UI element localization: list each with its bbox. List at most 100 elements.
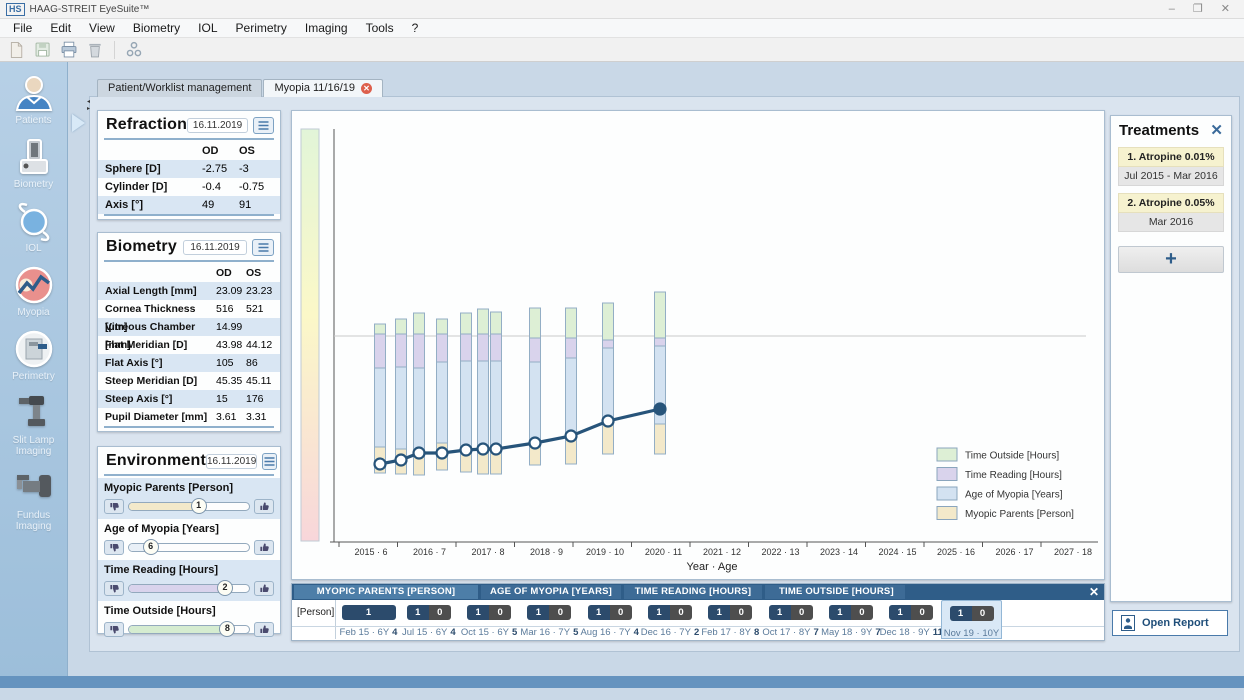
refraction-menu-button[interactable] — [253, 117, 274, 134]
delete-icon[interactable] — [84, 40, 106, 60]
visit-column[interactable]: 10Jul 15 · 6Y4 — [398, 600, 459, 639]
tab-patient-worklist-management[interactable]: Patient/Worklist management — [97, 79, 262, 97]
treatment-item-1[interactable]: 1. Atropine 0.01%Jul 2015 - Mar 2016 — [1118, 147, 1224, 186]
slider-handle[interactable]: 6 — [143, 539, 159, 555]
increase-button[interactable] — [254, 581, 274, 596]
sidebar-item-patients[interactable]: Patients — [0, 72, 67, 126]
visit-bar[interactable] — [655, 292, 666, 454]
refraction-date-field[interactable]: 16.11.2019 — [187, 118, 248, 133]
visit-toggle[interactable]: 10 — [889, 605, 933, 620]
toggle-off[interactable]: 0 — [429, 605, 451, 620]
toggle-off[interactable]: 0 — [489, 605, 511, 620]
data-point[interactable] — [603, 416, 614, 427]
visit-toggle[interactable]: 10 — [407, 605, 451, 620]
menu-[interactable]: ? — [403, 19, 428, 38]
data-point[interactable] — [461, 445, 472, 456]
visit-column[interactable]: 10Nov 19 · 10Y — [941, 600, 1002, 639]
toggle-off[interactable]: 0 — [972, 606, 994, 621]
decrease-button[interactable] — [104, 622, 124, 637]
slider-handle[interactable]: 8 — [219, 621, 235, 637]
toggle-on[interactable]: 1 — [950, 606, 972, 621]
add-treatment-button[interactable]: + — [1118, 246, 1224, 273]
menu-perimetry[interactable]: Perimetry — [227, 19, 296, 38]
visit-toggle[interactable]: 10 — [527, 605, 571, 620]
visit-bar[interactable] — [396, 319, 407, 474]
tab-myopia-11-16-19[interactable]: Myopia 11/16/19✕ — [263, 79, 383, 97]
increase-button[interactable] — [254, 540, 274, 555]
treatment-item-2[interactable]: 2. Atropine 0.05%Mar 2016 — [1118, 193, 1224, 232]
toggle-on[interactable]: 1 — [648, 605, 670, 620]
environment-date-field[interactable]: 16.11.2019 — [206, 454, 257, 469]
data-point[interactable] — [375, 459, 386, 470]
panel-collapse-handle[interactable]: ◂▸ — [87, 99, 90, 113]
visit-column[interactable]: 10Feb 17 · 8Y8 — [700, 600, 761, 639]
toggle-off[interactable]: 0 — [791, 605, 813, 620]
visit-bar[interactable] — [375, 324, 386, 473]
toggle-on[interactable]: 1 — [407, 605, 429, 620]
slider-track[interactable]: 8 — [128, 625, 250, 634]
data-point[interactable] — [566, 431, 577, 442]
visit-column[interactable]: 10Oct 17 · 8Y7 — [760, 600, 821, 639]
sidebar-item-perimetry[interactable]: Perimetry — [0, 328, 67, 382]
slider-track[interactable]: 1 — [128, 502, 250, 511]
decrease-button[interactable] — [104, 499, 124, 514]
treatments-close-icon[interactable]: ✕ — [1210, 124, 1223, 138]
visit-column[interactable]: 10May 18 · 9Y7 — [820, 600, 881, 639]
settings-circles-icon[interactable] — [123, 40, 145, 60]
open-icon[interactable] — [6, 40, 28, 60]
data-point[interactable] — [655, 404, 666, 415]
toggle-off[interactable]: 0 — [911, 605, 933, 620]
save-icon[interactable] — [32, 40, 54, 60]
toggle-on[interactable]: 1 — [527, 605, 549, 620]
toggle-on[interactable]: 1 — [708, 605, 730, 620]
toggle-off[interactable]: 0 — [549, 605, 571, 620]
toggle-on[interactable]: 1 — [889, 605, 911, 620]
toggle-off[interactable]: 0 — [670, 605, 692, 620]
slider-handle[interactable]: 1 — [191, 498, 207, 514]
data-point[interactable] — [491, 444, 502, 455]
visit-toggle[interactable]: 10 — [588, 605, 632, 620]
increase-button[interactable] — [254, 499, 274, 514]
visit-toggle[interactable]: 10 — [708, 605, 752, 620]
visit-bar[interactable] — [603, 303, 614, 454]
toggle-on[interactable]: 1 — [829, 605, 851, 620]
decrease-button[interactable] — [104, 581, 124, 596]
myopia-progression-chart[interactable]: 2015 · 62016 · 72017 · 82018 · 92019 · 1… — [292, 111, 1104, 579]
toggle-on[interactable]: 1 — [342, 605, 396, 620]
visits-section-2[interactable]: TIME READING [HOURS] — [624, 585, 762, 599]
visit-column[interactable]: 10Mar 16 · 7Y5 — [519, 600, 580, 639]
visit-toggle[interactable]: 10 — [950, 606, 994, 621]
tab-close-icon[interactable]: ✕ — [361, 83, 372, 94]
menu-view[interactable]: View — [80, 19, 124, 38]
visit-toggle[interactable]: 10 — [829, 605, 873, 620]
sidebar-item-biometry[interactable]: Biometry — [0, 136, 67, 190]
visit-toggle[interactable]: 10 — [648, 605, 692, 620]
toggle-off[interactable]: 0 — [610, 605, 632, 620]
visits-section-1[interactable]: AGE OF MYOPIA [YEARS] — [481, 585, 621, 599]
data-point[interactable] — [437, 448, 448, 459]
toggle-on[interactable]: 1 — [467, 605, 489, 620]
visit-column[interactable]: 1Feb 15 · 6Y4 — [338, 600, 399, 639]
biometry-menu-button[interactable] — [252, 239, 274, 256]
close-icon[interactable]: ✕ — [1221, 1, 1230, 18]
menu-biometry[interactable]: Biometry — [124, 19, 189, 38]
sidebar-item-slit[interactable]: Slit Lamp Imaging — [0, 392, 67, 457]
open-report-button[interactable]: Open Report — [1112, 610, 1228, 636]
visits-table-close-icon[interactable]: ✕ — [1089, 584, 1099, 600]
data-point[interactable] — [478, 444, 489, 455]
visit-toggle[interactable]: 1 — [342, 605, 396, 620]
sidebar-item-myopia[interactable]: Myopia — [0, 264, 67, 318]
menu-edit[interactable]: Edit — [41, 19, 80, 38]
menu-tools[interactable]: Tools — [357, 19, 403, 38]
biometry-date-field[interactable]: 16.11.2019 — [183, 240, 247, 255]
menu-imaging[interactable]: Imaging — [296, 19, 357, 38]
visit-column[interactable]: 10Aug 16 · 7Y4 — [579, 600, 640, 639]
visit-toggle[interactable]: 10 — [467, 605, 511, 620]
menu-iol[interactable]: IOL — [189, 19, 226, 38]
slider-track[interactable]: 6 — [128, 543, 250, 552]
data-point[interactable] — [396, 455, 407, 466]
environment-menu-button[interactable] — [262, 453, 277, 470]
data-point[interactable] — [530, 438, 541, 449]
slider-handle[interactable]: 2 — [217, 580, 233, 596]
visit-column[interactable]: 10Oct 15 · 6Y5 — [459, 600, 520, 639]
